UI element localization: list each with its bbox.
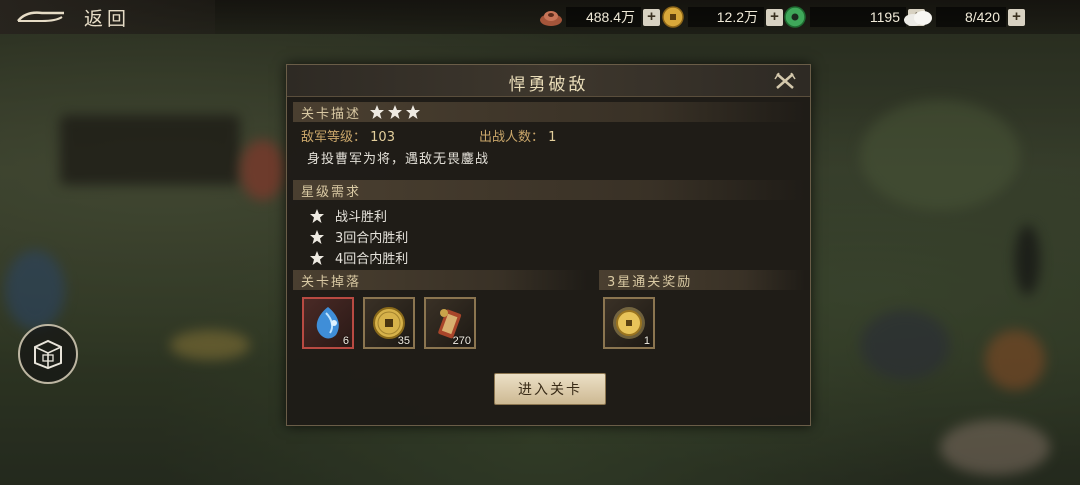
star-requirement-item: 3回合内胜利 bbox=[309, 227, 408, 246]
star-requirement-text: 4回合内胜利 bbox=[335, 252, 409, 267]
side-menu-button[interactable] bbox=[18, 324, 78, 384]
close-icon bbox=[774, 72, 796, 89]
drop-item-copper-coin[interactable]: 35 bbox=[363, 297, 415, 349]
bronze-value: 488.4万 bbox=[566, 7, 641, 27]
resource-food: 8/420 + bbox=[902, 5, 1025, 29]
stage-drops-header: 关卡掉落 bbox=[293, 270, 587, 290]
enemy-level-label: 敌军等级： bbox=[301, 130, 367, 145]
three-star-reward-label: 3星通关奖励 bbox=[607, 274, 693, 290]
description-section-label: 关卡描述 bbox=[301, 106, 362, 122]
back-button[interactable]: 返回 bbox=[0, 0, 215, 34]
star-icon bbox=[388, 105, 403, 119]
stage-rating bbox=[369, 104, 423, 120]
bronze-ingot-icon bbox=[540, 11, 562, 26]
star-requirements-header: 星级需求 bbox=[293, 180, 805, 200]
food-value: 8/420 bbox=[936, 7, 1006, 27]
troop-count: 出战人数： 1 bbox=[479, 126, 556, 145]
back-arrow-icon bbox=[17, 11, 64, 22]
star-requirement-text: 3回合内胜利 bbox=[335, 231, 409, 246]
drop-item-quantity: 6 bbox=[342, 335, 349, 347]
drop-item-scroll-pouch[interactable]: 270 bbox=[424, 297, 476, 349]
star-icon bbox=[406, 105, 421, 119]
star-requirement-text: 战斗胜利 bbox=[335, 210, 388, 225]
top-bar: 返回 488.4万 + 12.2万 + 1195 + 8/420 + bbox=[0, 0, 1080, 34]
enter-stage-button[interactable]: 进入关卡 bbox=[494, 373, 606, 405]
drop-item-blue-gem[interactable]: 6 bbox=[302, 297, 354, 349]
jade-value: 1195 bbox=[810, 7, 906, 27]
jade-disc-icon bbox=[784, 6, 806, 28]
resource-bronze: 488.4万 + bbox=[538, 5, 660, 29]
star-icon bbox=[310, 250, 324, 265]
star-icon bbox=[370, 105, 385, 119]
star-icon bbox=[310, 208, 324, 223]
drop-item-quantity: 35 bbox=[397, 335, 410, 347]
bun-food-icon bbox=[904, 11, 932, 26]
enemy-level: 敌军等级： 103 bbox=[301, 126, 395, 145]
three-star-reward-header: 3星通关奖励 bbox=[599, 270, 805, 290]
add-gold-button[interactable]: + bbox=[766, 8, 783, 26]
close-button[interactable] bbox=[770, 68, 800, 94]
star-requirements-label: 星级需求 bbox=[301, 184, 362, 200]
dialog-title: 悍勇破敌 bbox=[508, 75, 589, 95]
reward-item-gold-coin[interactable]: 1 bbox=[603, 297, 655, 349]
enemy-level-value: 103 bbox=[370, 130, 395, 145]
back-label: 返回 bbox=[84, 7, 131, 30]
dialog-header: 悍勇破敌 bbox=[287, 65, 810, 97]
stage-info-dialog: 悍勇破敌 关卡描述 敌军等级： 103 出战人数： 1 身投曹军为将，遇敌无畏鏖… bbox=[286, 64, 811, 426]
add-food-button[interactable]: + bbox=[1008, 8, 1025, 26]
star-requirement-item: 战斗胜利 bbox=[309, 206, 387, 225]
troop-count-value: 1 bbox=[548, 130, 557, 145]
troop-count-label: 出战人数： bbox=[479, 130, 545, 145]
gold-value: 12.2万 bbox=[688, 7, 764, 27]
star-requirement-item: 4回合内胜利 bbox=[309, 248, 408, 267]
star-icon bbox=[310, 229, 324, 244]
add-bronze-button[interactable]: + bbox=[643, 8, 660, 26]
resource-gold: 12.2万 + bbox=[660, 5, 783, 29]
treasure-box-icon bbox=[34, 339, 62, 370]
stage-drops-label: 关卡掉落 bbox=[301, 274, 362, 290]
gold-coin-icon bbox=[662, 6, 684, 28]
description-section-header: 关卡描述 bbox=[293, 102, 805, 122]
drop-item-quantity: 270 bbox=[452, 335, 471, 347]
stage-description: 身投曹军为将，遇敌无畏鏖战 bbox=[307, 152, 490, 167]
reward-item-quantity: 1 bbox=[643, 335, 650, 347]
